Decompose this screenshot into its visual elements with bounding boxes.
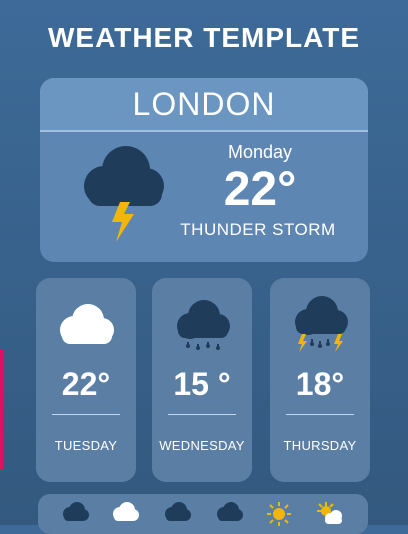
sun-icon [267, 502, 291, 526]
dark-cloud-icon [63, 502, 89, 521]
current-condition: THUNDER STORM [180, 220, 336, 239]
sun-cloud-icon [317, 502, 342, 524]
divider [52, 414, 120, 415]
forecast-temperature: 22° [61, 366, 111, 402]
divider [286, 414, 354, 415]
cloud-icon [60, 304, 114, 344]
edge-accent-bar [0, 350, 3, 470]
forecast-temperature: 15 ° [173, 366, 231, 402]
white-cloud-icon [113, 502, 139, 521]
rain-cloud-icon [177, 300, 230, 350]
current-temperature: 22° [223, 163, 297, 216]
divider [168, 414, 236, 415]
dark-cloud-icon [165, 502, 191, 521]
city-name: LONDON [40, 78, 368, 130]
forecast-day: WEDNESDAY [159, 438, 245, 453]
forecast-day: THURSDAY [283, 438, 357, 453]
thunderstorm-icon [84, 146, 164, 242]
rain-cloud-icon [217, 502, 243, 521]
forecast-card-wednesday: 15 ° WEDNESDAY [152, 278, 252, 482]
current-day: Monday [227, 142, 293, 162]
forecast-temperature: 18° [295, 366, 345, 402]
forecast-day: TUESDAY [54, 438, 118, 453]
current-weather-card: LONDON Monday 22° THUNDER STORM [40, 78, 368, 262]
storm-rain-cloud-icon [295, 296, 348, 352]
forecast-card-tuesday: 22° TUESDAY [36, 278, 136, 482]
page-title: WEATHER TEMPLATE [47, 22, 361, 53]
forecast-card-thursday: 18° THURSDAY [270, 278, 370, 482]
